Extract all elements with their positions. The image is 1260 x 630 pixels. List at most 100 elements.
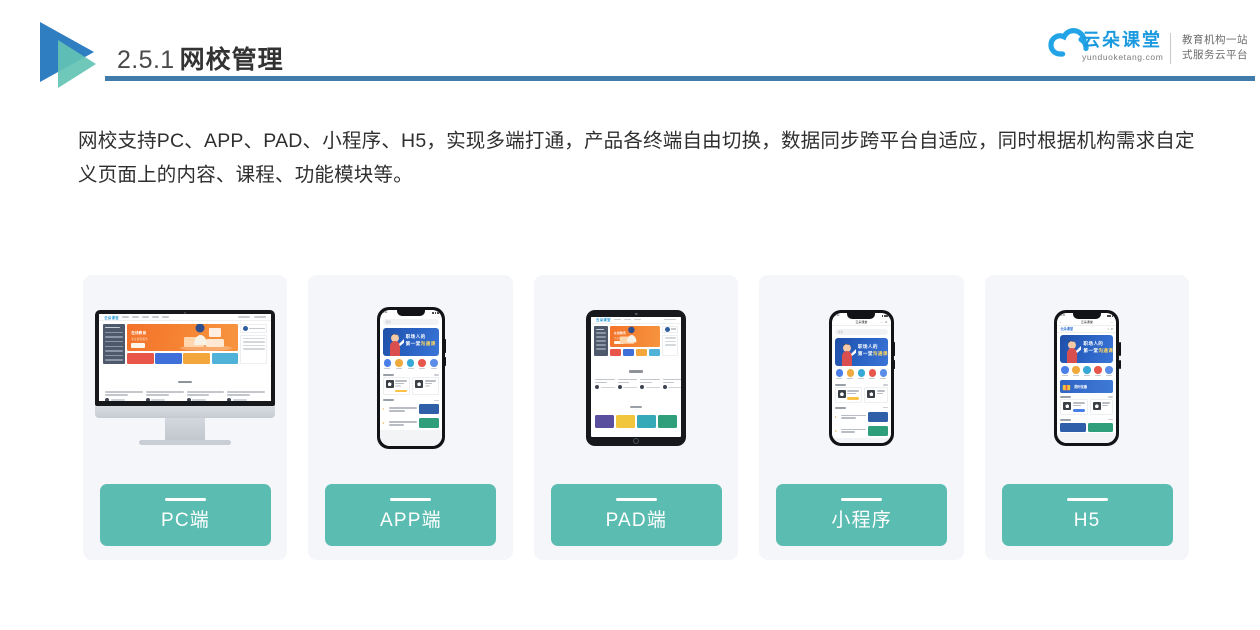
- desktop-monitor-icon: 云朵课堂 在线教育 专业课程服务: [95, 310, 276, 445]
- back-arrow-icon[interactable]: ‹: [1060, 320, 1061, 324]
- banner-cta-button[interactable]: [131, 343, 146, 348]
- quick-icon[interactable]: [430, 359, 438, 369]
- secondary-banner[interactable]: 限时优惠: [1060, 379, 1114, 393]
- status-time: 9:41: [1060, 314, 1065, 317]
- card-label-text: 小程序: [831, 510, 893, 532]
- nav-item: [633, 318, 641, 321]
- course-line: [395, 385, 401, 387]
- site-logo: 云朵课堂: [1060, 327, 1074, 331]
- course-tile[interactable]: [662, 378, 682, 390]
- banner-line2-accent: 沟通课: [420, 341, 436, 346]
- notice-line: [664, 344, 676, 346]
- capsule-menu-icon[interactable]: ⋯ ⊙: [880, 320, 888, 324]
- card-label-h5[interactable]: H5: [1001, 484, 1173, 546]
- course-tile-row: [591, 378, 682, 393]
- tile-line: [227, 391, 266, 393]
- more-link[interactable]: [1108, 396, 1114, 398]
- course-tile[interactable]: [227, 391, 266, 401]
- more-link[interactable]: [882, 384, 888, 386]
- section-heading: [99, 367, 272, 390]
- promo-tile: [155, 353, 182, 364]
- banner-line2: 第一堂沟通课: [858, 351, 888, 357]
- list-item[interactable]: 1: [379, 402, 442, 417]
- card-label-app[interactable]: APP端: [325, 484, 497, 546]
- browser-menu-icon[interactable]: ⋯: [1110, 320, 1114, 324]
- nav-action: [254, 316, 267, 318]
- quick-icon[interactable]: [418, 359, 426, 369]
- sidebar-item: [105, 345, 124, 348]
- course-tile[interactable]: [640, 378, 660, 390]
- card-label-pad[interactable]: PAD端: [550, 484, 722, 546]
- course-card[interactable]: [834, 387, 863, 403]
- course-card[interactable]: [864, 387, 888, 403]
- course-card[interactable]: [412, 377, 439, 396]
- more-link[interactable]: [1108, 418, 1114, 421]
- course-card[interactable]: [1089, 399, 1114, 415]
- more-link[interactable]: [433, 399, 439, 402]
- home-button-icon[interactable]: [633, 437, 640, 444]
- price-pill: [847, 396, 860, 400]
- list-item[interactable]: 1: [831, 409, 891, 424]
- quick-icon[interactable]: [879, 369, 888, 379]
- quick-icon[interactable]: [868, 369, 877, 379]
- device-card-app[interactable]: 9:41 搜索 职场人的 第一堂沟通课 1 2 APP端: [308, 275, 513, 560]
- banner-line2-accent: 沟通课: [872, 351, 888, 356]
- device-card-pc[interactable]: 云朵课堂 在线教育 专业课程服务 PC端: [83, 275, 288, 560]
- item-line: [388, 421, 417, 423]
- course-tile[interactable]: [595, 378, 615, 390]
- web-rightrail: [662, 325, 679, 356]
- promo-banner[interactable]: 职场人的 第一堂沟通课: [1060, 334, 1114, 363]
- device-card-h5[interactable]: 9:41 ‹ 云朵课堂 ⋯ 云朵课堂 ⌕ ≡ 职场人的 第一堂沟通课 限时优惠 …: [984, 275, 1190, 560]
- site-menu-icon[interactable]: ⌕ ≡: [1108, 327, 1114, 331]
- card-label-text: PAD端: [605, 510, 668, 532]
- promo-banner[interactable]: 职场人的 第一堂沟通课: [834, 337, 888, 366]
- avatar: [640, 385, 645, 390]
- hero-banner[interactable]: 在线教育 专业课程服务: [610, 325, 661, 347]
- search-input[interactable]: 搜索: [834, 328, 888, 335]
- quick-icon[interactable]: [406, 359, 415, 369]
- card-label-pc[interactable]: PC端: [100, 484, 271, 546]
- list-item[interactable]: 2: [831, 423, 891, 438]
- course-grid-tile[interactable]: [616, 415, 636, 429]
- course-grid-tile[interactable]: [658, 415, 678, 429]
- course-grid-tile[interactable]: [637, 415, 657, 429]
- nav-item: [613, 318, 621, 321]
- promo-banner[interactable]: 职场人的 第一堂沟通课: [382, 327, 439, 356]
- quick-icon[interactable]: [1105, 366, 1113, 376]
- quick-icon[interactable]: [395, 359, 403, 369]
- sidebar-heading: [596, 328, 605, 331]
- quick-icon[interactable]: [857, 369, 866, 379]
- course-grid-tile[interactable]: [595, 415, 615, 429]
- web-sidebar: [103, 324, 126, 364]
- card-label-miniprogram[interactable]: 小程序: [776, 484, 948, 546]
- item-line: [388, 424, 404, 426]
- device-card-miniprogram[interactable]: 9:41 云朵课堂 ⋯ ⊙ 搜索 职场人的 第一堂沟通课 1 2 小程序: [759, 275, 964, 560]
- bottom-tile[interactable]: [1060, 422, 1086, 432]
- course-tile[interactable]: [617, 378, 638, 390]
- course-card[interactable]: [382, 377, 411, 396]
- course-card[interactable]: [1060, 399, 1088, 415]
- more-link[interactable]: [882, 406, 888, 409]
- quick-icon[interactable]: [835, 369, 844, 379]
- course-tile[interactable]: [186, 391, 225, 401]
- sidebar-item: [596, 340, 607, 343]
- quick-icon[interactable]: [846, 369, 855, 379]
- quick-icon[interactable]: [1094, 366, 1102, 376]
- more-link[interactable]: [433, 374, 439, 376]
- sidebar-item: [596, 332, 607, 335]
- course-tile[interactable]: [145, 391, 184, 401]
- quick-icon[interactable]: [383, 359, 392, 369]
- item-thumbnail: [418, 404, 439, 415]
- search-input[interactable]: 搜索: [382, 318, 439, 325]
- avatar: [227, 397, 232, 401]
- quick-icon[interactable]: [1072, 366, 1080, 376]
- device-card-pad[interactable]: 云朵课堂 在线教育 PAD端: [533, 275, 739, 560]
- avatar: [105, 397, 110, 401]
- quick-icon[interactable]: [1061, 366, 1069, 376]
- banner-illustration: [180, 324, 233, 351]
- bottom-tile[interactable]: [1087, 422, 1114, 432]
- course-tile[interactable]: [105, 391, 143, 401]
- course-card-row: [1057, 399, 1117, 415]
- list-item[interactable]: 2: [379, 416, 442, 431]
- quick-icon[interactable]: [1083, 366, 1091, 376]
